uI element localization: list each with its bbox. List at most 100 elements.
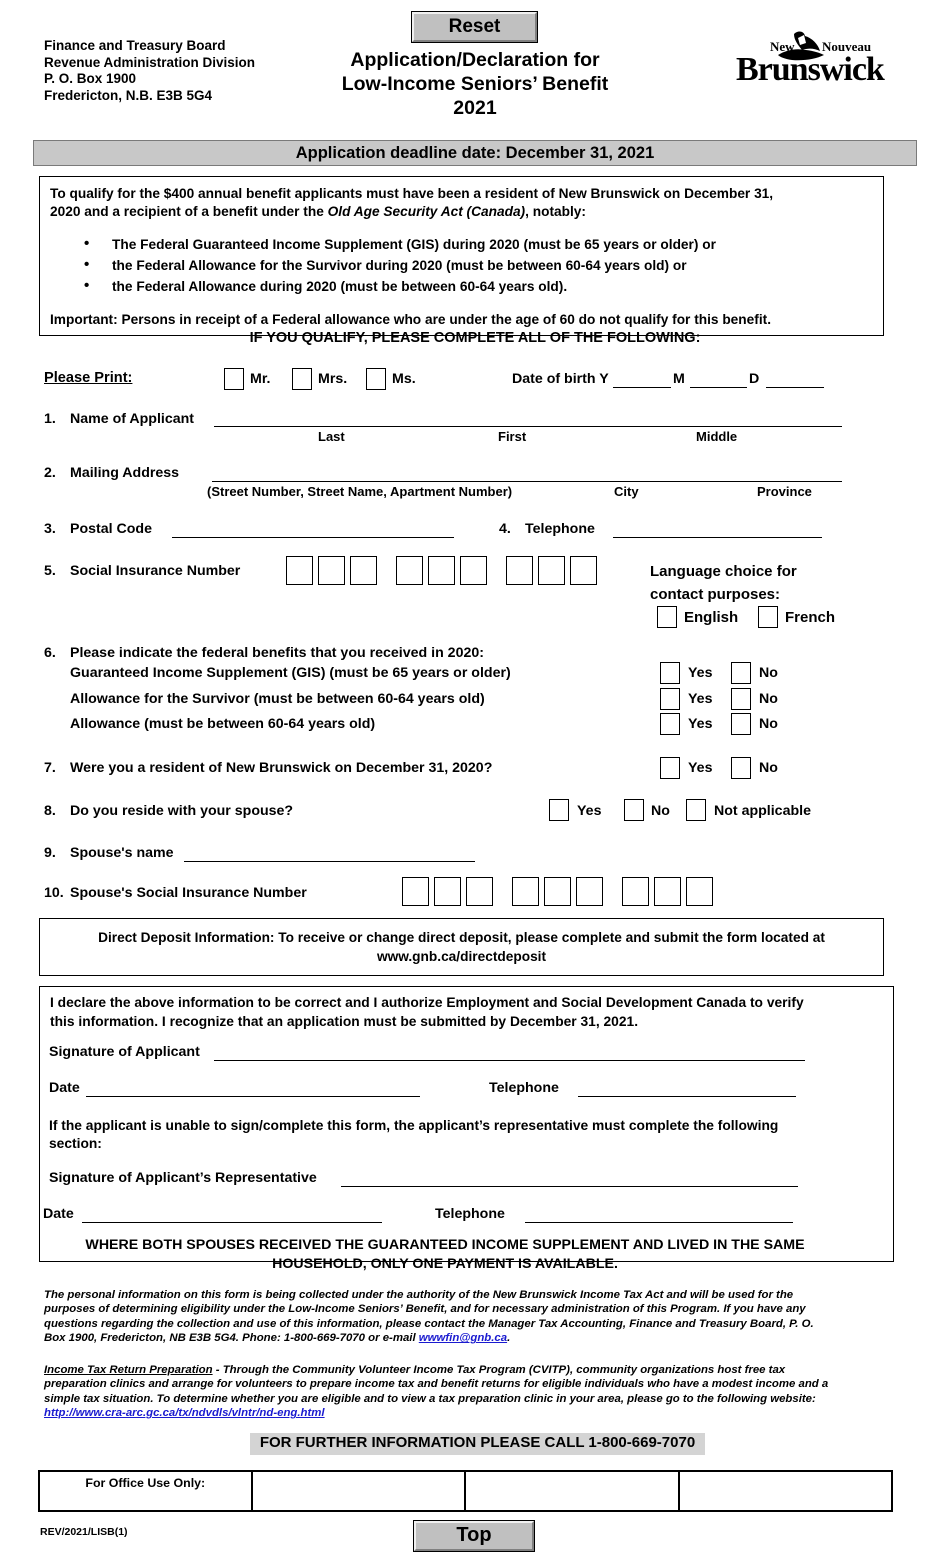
form-title-line1: Application/Declaration for [350, 49, 600, 71]
q8-checkbox-yes[interactable] [549, 799, 569, 821]
table-row: For Office Use Only: [38, 1470, 893, 1512]
form-title-line3: 2021 [453, 97, 497, 119]
spouse-sin-digit-3[interactable] [466, 877, 493, 906]
telephone-input[interactable] [613, 537, 822, 538]
sin-digit-4[interactable] [396, 556, 423, 585]
signature-of-representative-input[interactable] [341, 1186, 798, 1187]
title-label-ms: Ms. [392, 371, 416, 387]
q7-label: Were you a resident of New Brunswick on … [70, 760, 493, 776]
q6-row2-label: Allowance for the Survivor (must be betw… [70, 691, 485, 707]
q1-sublabel-middle: Middle [696, 429, 738, 444]
language-checkbox-french[interactable] [758, 606, 778, 628]
title-checkbox-mrs[interactable] [292, 368, 312, 390]
q8-checkbox-no[interactable] [624, 799, 644, 821]
q6-number: 6. [44, 645, 56, 661]
tax-prep-line3: simple tax situation. To determine wheth… [44, 1392, 816, 1405]
applicant-name-input[interactable] [214, 426, 842, 427]
applicant-telephone-input[interactable] [578, 1096, 796, 1097]
sin-digit-6[interactable] [460, 556, 487, 585]
qualify-bullet: the Federal Allowance for the Survivor d… [68, 254, 873, 276]
applicant-date-input[interactable] [86, 1096, 420, 1097]
office-use-table: For Office Use Only: [38, 1470, 893, 1512]
tax-prep-line2: preparation clinics and arrange for volu… [44, 1378, 829, 1391]
representative-telephone-input[interactable] [525, 1222, 793, 1223]
q6-row3-checkbox-yes[interactable] [660, 713, 680, 735]
declaration-text: I declare the above information to be co… [50, 994, 885, 1031]
spouse-sin-digit-5[interactable] [544, 877, 571, 906]
q9-number: 9. [44, 845, 56, 861]
q8-label-not-applicable: Not applicable [714, 803, 811, 819]
postal-code-input[interactable] [172, 537, 454, 538]
declaration-line2: this information. I recognize that an ap… [50, 1013, 639, 1029]
direct-deposit-box: Direct Deposit Information: To receive o… [39, 918, 884, 976]
privacy-notice: The personal information on this form is… [44, 1288, 904, 1346]
sin-digit-2[interactable] [318, 556, 345, 585]
q7-checkbox-no[interactable] [731, 757, 751, 779]
old-age-security-act: Old Age Security Act (Canada) [327, 203, 526, 219]
q6-row2-checkbox-yes[interactable] [660, 688, 680, 710]
q6-row2-label-yes: Yes [688, 691, 713, 707]
q2-label: Mailing Address [70, 465, 180, 481]
office-use-cell-3[interactable] [677, 1470, 893, 1512]
spouse-sin-digit-8[interactable] [654, 877, 681, 906]
dob-day-label: D [749, 371, 760, 387]
title-checkbox-ms[interactable] [366, 368, 386, 390]
language-checkbox-english[interactable] [657, 606, 677, 628]
q6-row3-label: Allowance (must be between 60-64 years o… [70, 716, 376, 732]
q6-row1-checkbox-yes[interactable] [660, 662, 680, 684]
q6-row3-label-no: No [759, 716, 778, 732]
q8-checkbox-not-applicable[interactable] [686, 799, 706, 821]
representative-date-input[interactable] [82, 1222, 382, 1223]
dob-year-input[interactable] [613, 387, 671, 388]
spouse-sin-digit-1[interactable] [402, 877, 429, 906]
q6-row1-checkbox-no[interactable] [731, 662, 751, 684]
top-button[interactable]: Top [413, 1520, 535, 1552]
declaration-line1: I declare the above information to be co… [50, 995, 804, 1010]
cra-website-link[interactable]: http://www.cra-arc.gc.ca/tx/ndvdls/vlntr… [44, 1407, 325, 1419]
spouse-sin-digit-9[interactable] [686, 877, 713, 906]
direct-deposit-url: www.gnb.ca/directdeposit [376, 949, 547, 964]
dob-day-input[interactable] [766, 387, 824, 388]
language-heading-line1: Language choice for [650, 563, 797, 580]
q4-label: Telephone [525, 521, 595, 537]
sin-digit-1[interactable] [286, 556, 313, 585]
privacy-line4-end: . [507, 1332, 511, 1345]
email-link[interactable]: wwwfin@gnb.ca [419, 1332, 507, 1344]
q7-label-no: No [759, 760, 778, 776]
spouse-sin-digit-4[interactable] [512, 877, 539, 906]
sin-digit-3[interactable] [350, 556, 377, 585]
new-brunswick-logo: New Nouveau Brunswick [736, 31, 886, 88]
q5-number: 5. [44, 563, 56, 579]
sin-digit-8[interactable] [538, 556, 565, 585]
title-checkbox-mr[interactable] [224, 368, 244, 390]
office-use-cell-2[interactable] [464, 1470, 680, 1512]
sin-digit-9[interactable] [570, 556, 597, 585]
office-use-cell-1[interactable] [250, 1470, 467, 1512]
q6-row3-checkbox-no[interactable] [731, 713, 751, 735]
title-label-mrs: Mrs. [318, 371, 348, 387]
dob-month-input[interactable] [690, 387, 747, 388]
q6-row2-checkbox-no[interactable] [731, 688, 751, 710]
q7-label-yes: Yes [688, 760, 713, 776]
spouse-sin-digit-6[interactable] [576, 877, 603, 906]
q2-sublabel-city: City [614, 484, 639, 499]
spouse-sin-digit-7[interactable] [622, 877, 649, 906]
please-print-label: Please Print: [44, 370, 133, 386]
q1-sublabel-last: Last [318, 429, 345, 444]
representative-date-label: Date [43, 1206, 74, 1222]
q7-checkbox-yes[interactable] [660, 757, 680, 779]
sin-digit-7[interactable] [506, 556, 533, 585]
both-spouses-note: WHERE BOTH SPOUSES RECEIVED THE GUARANTE… [10, 1236, 880, 1273]
qualify-bullet: The Federal Guaranteed Income Supplement… [68, 233, 873, 255]
qualification-criteria-box: To qualify for the $400 annual benefit a… [39, 176, 884, 336]
representative-intro: If the applicant is unable to sign/compl… [49, 1117, 879, 1153]
spouse-name-input[interactable] [184, 861, 475, 862]
qualify-intro-line1: To qualify for the $400 annual benefit a… [50, 186, 774, 201]
reset-button[interactable]: Reset [411, 11, 538, 43]
sin-digit-5[interactable] [428, 556, 455, 585]
spouse-sin-digit-2[interactable] [434, 877, 461, 906]
signature-of-applicant-input[interactable] [214, 1060, 805, 1061]
q2-number: 2. [44, 465, 56, 481]
mailing-address-input[interactable] [212, 481, 842, 482]
q5-label: Social Insurance Number [70, 563, 241, 579]
